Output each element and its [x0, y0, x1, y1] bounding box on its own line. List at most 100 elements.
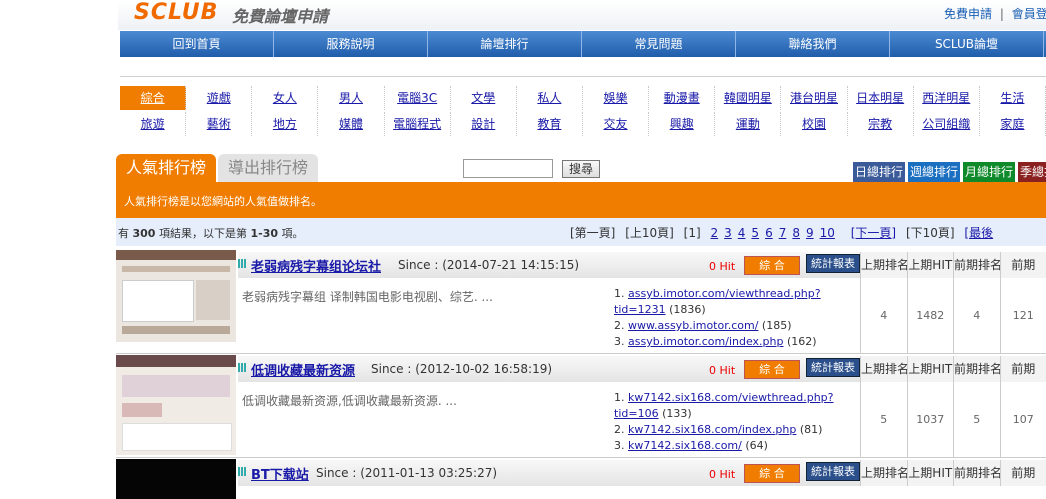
stats-report-button[interactable]: 統計報表: [806, 358, 860, 377]
entry-link[interactable]: kw7142.six168.com/index.php: [628, 423, 796, 436]
stat-value: 107: [999, 382, 1046, 458]
pager-page-link[interactable]: 3: [724, 226, 732, 240]
rank-daily-button[interactable]: 日總排行: [852, 161, 907, 183]
result-prefix: 有: [118, 227, 129, 240]
category-link[interactable]: 旅遊: [120, 112, 187, 136]
nav-ranking[interactable]: 論壇排行: [428, 31, 582, 57]
category-link[interactable]: 藝術: [186, 112, 253, 136]
pager-next10[interactable]: [下10頁]: [906, 226, 955, 240]
category-link[interactable]: 電腦3C: [385, 86, 451, 110]
category-link[interactable]: 教育: [517, 112, 583, 136]
entry-thumbnail[interactable]: [116, 459, 236, 499]
stats-header-row: 上期排名 上期HIT 前期排名 前期: [860, 356, 1046, 382]
category-link[interactable]: 西洋明星: [914, 86, 980, 110]
entry-link[interactable]: assyb.imotor.com/index.php: [628, 335, 783, 348]
combo-button[interactable]: 綜 合: [744, 256, 800, 275]
pager-page-link[interactable]: 2: [711, 226, 719, 240]
link-count: (1836): [669, 303, 706, 316]
entry-title[interactable]: 低调收藏最新资源: [251, 360, 355, 379]
nav-sclub-forum[interactable]: SCLUB論壇: [890, 31, 1044, 57]
rank-quarterly-button[interactable]: 季總排: [1017, 161, 1046, 183]
pager-next[interactable]: [下一頁]: [851, 226, 896, 240]
link-num: 3.: [614, 335, 625, 348]
pager-prev10[interactable]: [上10頁]: [625, 226, 674, 240]
stats-report-button[interactable]: 統計報表: [806, 462, 860, 481]
category-link[interactable]: 媒體: [318, 112, 385, 136]
stats-values-row: 5 1037 5 107: [860, 382, 1046, 458]
site-logo[interactable]: SCLUB: [134, 0, 218, 25]
pager-page-link[interactable]: 10: [820, 226, 835, 240]
pager-page-link[interactable]: 4: [738, 226, 746, 240]
nav-services[interactable]: 服務說明: [274, 31, 428, 57]
entry-thumbnail[interactable]: [116, 250, 236, 342]
combo-button[interactable]: 綜 合: [744, 464, 800, 483]
entry-link[interactable]: kw7142.six168.com/viewthread.php?tid=106: [614, 391, 834, 420]
pager-page-link[interactable]: 5: [751, 226, 759, 240]
rank-weekly-button[interactable]: 週總排行: [907, 161, 962, 183]
category-link[interactable]: 男人: [318, 86, 385, 110]
category-link[interactable]: 韓國明星: [715, 86, 782, 110]
link-num: 1.: [614, 287, 625, 300]
category-link[interactable]: 校園: [781, 112, 848, 136]
register-link[interactable]: 免費申請: [944, 7, 992, 21]
entry-divider: [116, 353, 1046, 354]
category-link[interactable]: 宗教: [848, 112, 914, 136]
category-link[interactable]: 綜合: [120, 86, 187, 110]
search-button[interactable]: 搜尋: [562, 160, 600, 178]
category-link[interactable]: 地方: [252, 112, 319, 136]
pager-page-link[interactable]: 6: [765, 226, 773, 240]
stats-header: 前期: [999, 252, 1046, 278]
link-count: (185): [761, 319, 792, 332]
tab-popular-ranking[interactable]: 人氣排行榜: [116, 154, 216, 182]
category-link[interactable]: 生活: [980, 86, 1046, 110]
nav-contact[interactable]: 聯絡我們: [736, 31, 890, 57]
entry-thumbnail[interactable]: [116, 355, 236, 455]
tab-export-ranking[interactable]: 導出排行榜: [218, 154, 318, 182]
category-link[interactable]: 文學: [451, 86, 517, 110]
combo-button[interactable]: 綜 合: [744, 360, 800, 379]
category-link[interactable]: 動漫畫: [649, 86, 716, 110]
category-link[interactable]: 家庭: [980, 112, 1046, 136]
stats-report-button[interactable]: 統計報表: [806, 254, 860, 273]
pager-page-link[interactable]: 8: [792, 226, 800, 240]
stats-header: 前期排名: [953, 252, 1000, 278]
entry-title[interactable]: BT下载站: [251, 464, 309, 483]
pager-page-link[interactable]: 9: [806, 226, 814, 240]
entry-hit: 0 Hit: [709, 468, 735, 481]
pager-first[interactable]: [第一頁]: [570, 226, 615, 240]
category-link[interactable]: 日本明星: [848, 86, 914, 110]
category-link[interactable]: 興趣: [649, 112, 716, 136]
rank-monthly-button[interactable]: 月總排行: [962, 161, 1017, 183]
category-row-2: 旅遊 藝術 地方 媒體 電腦程式 設計 教育 交友 興趣 運動 校園 宗教 公司組織 家庭: [120, 112, 1046, 136]
category-link[interactable]: 設計: [451, 112, 517, 136]
stat-value: 1037: [906, 382, 954, 458]
login-link[interactable]: 會員登: [1012, 7, 1046, 21]
category-link[interactable]: 公司組織: [914, 112, 980, 136]
category-link[interactable]: 運動: [715, 112, 782, 136]
entry-description: 低调收藏最新资源,低调收藏最新资源. ...: [242, 394, 457, 408]
entry-hit-label: Hit: [719, 468, 736, 481]
category-link[interactable]: 電腦程式: [385, 112, 451, 136]
pager-pages: 2 3 4 5 6 7 8 9 10: [711, 226, 841, 240]
category-link[interactable]: 娛樂: [583, 86, 650, 110]
entry-link[interactable]: assyb.imotor.com/viewthread.php?tid=1231: [614, 287, 821, 316]
result-summary: 有 300 項結果，以下是第 1-30 項。: [118, 225, 304, 241]
category-link[interactable]: 交友: [583, 112, 650, 136]
nav-faq[interactable]: 常見問題: [582, 31, 736, 57]
category-link[interactable]: 港台明星: [781, 86, 848, 110]
logo-subtitle: 免費論壇申請: [232, 7, 329, 26]
entry-title[interactable]: 老弱病残字幕组论坛社: [251, 256, 381, 275]
entry-link[interactable]: www.assyb.imotor.com/: [628, 319, 758, 332]
result-total: 300: [132, 227, 156, 240]
category-link[interactable]: 私人: [517, 86, 583, 110]
pager-page-link[interactable]: 7: [779, 226, 787, 240]
category-link[interactable]: 女人: [252, 86, 319, 110]
entry-link[interactable]: kw7142.six168.com/: [628, 439, 742, 452]
nav-home[interactable]: 回到首頁: [120, 31, 274, 57]
stat-value: 1482: [906, 278, 954, 354]
main-nav: 回到首頁 服務說明 論壇排行 常見問題 聯絡我們 SCLUB論壇: [120, 31, 1046, 57]
search-input[interactable]: [463, 159, 553, 178]
pager-last[interactable]: [最後: [964, 226, 993, 240]
pager: [第一頁] [上10頁] [1] 2 3 4 5 6 7 8 9 10 [下一頁] [下10頁]…: [570, 224, 999, 241]
category-link[interactable]: 遊戲: [186, 86, 253, 110]
